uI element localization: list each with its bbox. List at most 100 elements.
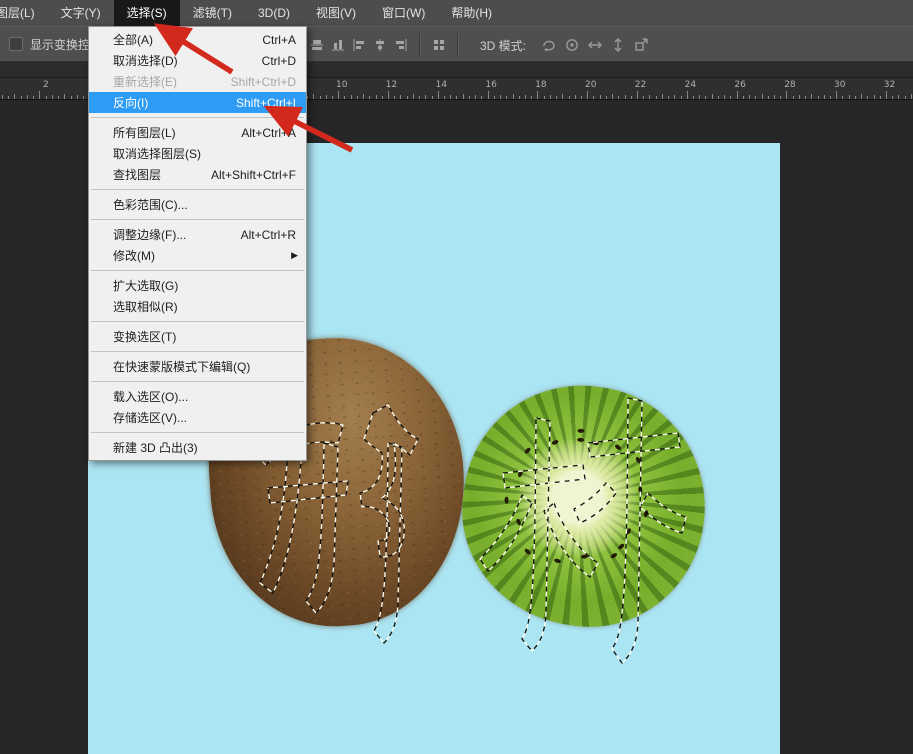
ruler-tick <box>774 95 775 100</box>
ruler-tick <box>46 96 47 99</box>
ruler-tick <box>506 96 507 99</box>
menubar-item-type[interactable]: 文字(Y) <box>48 0 114 26</box>
ruler-tick <box>649 95 650 100</box>
ruler-tick <box>693 96 694 99</box>
ruler-tick <box>824 95 825 100</box>
menubar-item-help[interactable]: 帮助(H) <box>438 0 505 26</box>
3d-slide-icon[interactable] <box>610 37 626 53</box>
kiwi-seed <box>643 510 648 518</box>
options-icons: 3D 模式: <box>310 27 649 63</box>
ruler-tick <box>71 96 72 99</box>
distribute-icon[interactable] <box>432 38 446 52</box>
menu-item-refine-edge[interactable]: 调整边缘(F)...Alt+Ctrl+R <box>89 224 306 245</box>
kiwi-seed <box>577 438 584 442</box>
menu-separator <box>91 270 304 271</box>
menu-item-label: 色彩范围(C)... <box>89 196 188 213</box>
menu-item-transform-selection[interactable]: 变换选区(T) <box>89 326 306 347</box>
align-right-edges-icon[interactable] <box>394 38 408 52</box>
ruler-tick <box>469 96 470 99</box>
menu-item-edit-in-quick-mask-mode[interactable]: 在快速蒙版模式下编辑(Q) <box>89 356 306 377</box>
ruler-tick <box>855 96 856 99</box>
ruler-tick <box>705 96 706 99</box>
show-transform-controls-checkbox[interactable] <box>9 37 23 51</box>
ruler-tick <box>898 95 899 100</box>
ruler-tick <box>581 96 582 99</box>
ruler-number: 32 <box>884 80 895 90</box>
menu-item-all-layers[interactable]: 所有图层(L)Alt+Ctrl+A <box>89 122 306 143</box>
kiwi-seed <box>610 552 618 559</box>
ruler-tick <box>444 96 445 99</box>
menu-item-load-selection[interactable]: 载入选区(O)... <box>89 386 306 407</box>
ruler-tick <box>344 96 345 99</box>
ruler-tick <box>612 94 613 100</box>
kiwi-seed <box>625 527 632 535</box>
ruler-tick <box>419 96 420 99</box>
menu-item-grow[interactable]: 扩大选取(G) <box>89 275 306 296</box>
ruler-tick <box>762 94 763 100</box>
ruler-tick <box>537 91 538 99</box>
menubar-item-window[interactable]: 窗口(W) <box>369 0 438 26</box>
ruler-tick <box>730 96 731 99</box>
menubar-item-filter[interactable]: 滤镜(T) <box>180 0 245 26</box>
menu-item-shortcut: Alt+Ctrl+A <box>241 126 306 140</box>
cut-kiwi-image <box>447 370 720 641</box>
3d-scale-icon[interactable] <box>633 37 649 53</box>
ruler-tick <box>606 96 607 99</box>
ruler-tick <box>33 96 34 99</box>
ruler-tick <box>631 96 632 99</box>
menu-item-label: 修改(M) <box>89 247 155 264</box>
ruler-tick <box>755 96 756 99</box>
menu-item-modify[interactable]: 修改(M) ▶ <box>89 245 306 266</box>
kiwi-seed <box>551 439 559 445</box>
kiwi-seed <box>638 486 643 493</box>
ruler-tick <box>874 95 875 100</box>
ruler-number: 14 <box>436 80 447 90</box>
menu-item-deselect[interactable]: 取消选择(D)Ctrl+D <box>89 50 306 71</box>
menu-item-label: 取消选择图层(S) <box>89 145 201 162</box>
menu-item-color-range[interactable]: 色彩范围(C)... <box>89 194 306 215</box>
menubar-item-3d[interactable]: 3D(D) <box>245 0 303 26</box>
menubar-item-select[interactable]: 选择(S) <box>114 0 180 26</box>
ruler-tick <box>656 96 657 99</box>
ruler-tick <box>2 95 3 100</box>
3d-drag-icon[interactable] <box>587 37 603 53</box>
ruler-tick <box>320 96 321 99</box>
ruler-tick <box>77 95 78 100</box>
3d-rotate-icon[interactable] <box>541 37 557 53</box>
menu-item-new-3d-extrusion[interactable]: 新建 3D 凸出(3) <box>89 437 306 458</box>
align-left-edges-icon[interactable] <box>352 38 366 52</box>
select-menu-dropdown: 全部(A)Ctrl+A取消选择(D)Ctrl+D重新选择(E)Shift+Ctr… <box>88 26 307 461</box>
align-horizontal-centers-icon[interactable] <box>373 38 387 52</box>
menubar-item-layers[interactable]: 图层(L) <box>0 0 48 26</box>
3d-roll-icon[interactable] <box>564 37 580 53</box>
menu-separator <box>91 432 304 433</box>
menu-item-similar[interactable]: 选取相似(R) <box>89 296 306 317</box>
menu-item-label: 选取相似(R) <box>89 298 178 315</box>
ruler-tick <box>662 94 663 100</box>
menu-item-deselect-layers[interactable]: 取消选择图层(S) <box>89 143 306 164</box>
ruler-tick <box>332 96 333 99</box>
align-bottom-edges-icon[interactable] <box>331 38 345 52</box>
align-vertical-centers-icon[interactable] <box>310 38 324 52</box>
ruler-tick <box>400 95 401 100</box>
ruler-tick <box>892 96 893 99</box>
menu-item-inverse[interactable]: 反向(I)Shift+Ctrl+I <box>89 92 306 113</box>
menu-item-label: 重新选择(E) <box>89 73 177 90</box>
ruler-tick <box>21 96 22 99</box>
ruler-tick <box>687 91 688 99</box>
ruler-tick <box>307 96 308 99</box>
options-separator <box>419 34 421 56</box>
ruler-number: 16 <box>485 80 496 90</box>
ruler-tick <box>338 91 339 99</box>
ruler-number: 30 <box>834 80 845 90</box>
ruler-tick <box>556 96 557 99</box>
ruler-tick <box>674 95 675 100</box>
ruler-number: 2 <box>43 80 49 90</box>
ruler-tick <box>830 96 831 99</box>
menu-item-all[interactable]: 全部(A)Ctrl+A <box>89 29 306 50</box>
ruler-tick <box>681 96 682 99</box>
menu-item-find-layers[interactable]: 查找图层Alt+Shift+Ctrl+F <box>89 164 306 185</box>
menubar-item-view[interactable]: 视图(V) <box>303 0 369 26</box>
menu-item-save-selection[interactable]: 存储选区(V)... <box>89 407 306 428</box>
submenu-arrow-icon: ▶ <box>291 250 306 261</box>
